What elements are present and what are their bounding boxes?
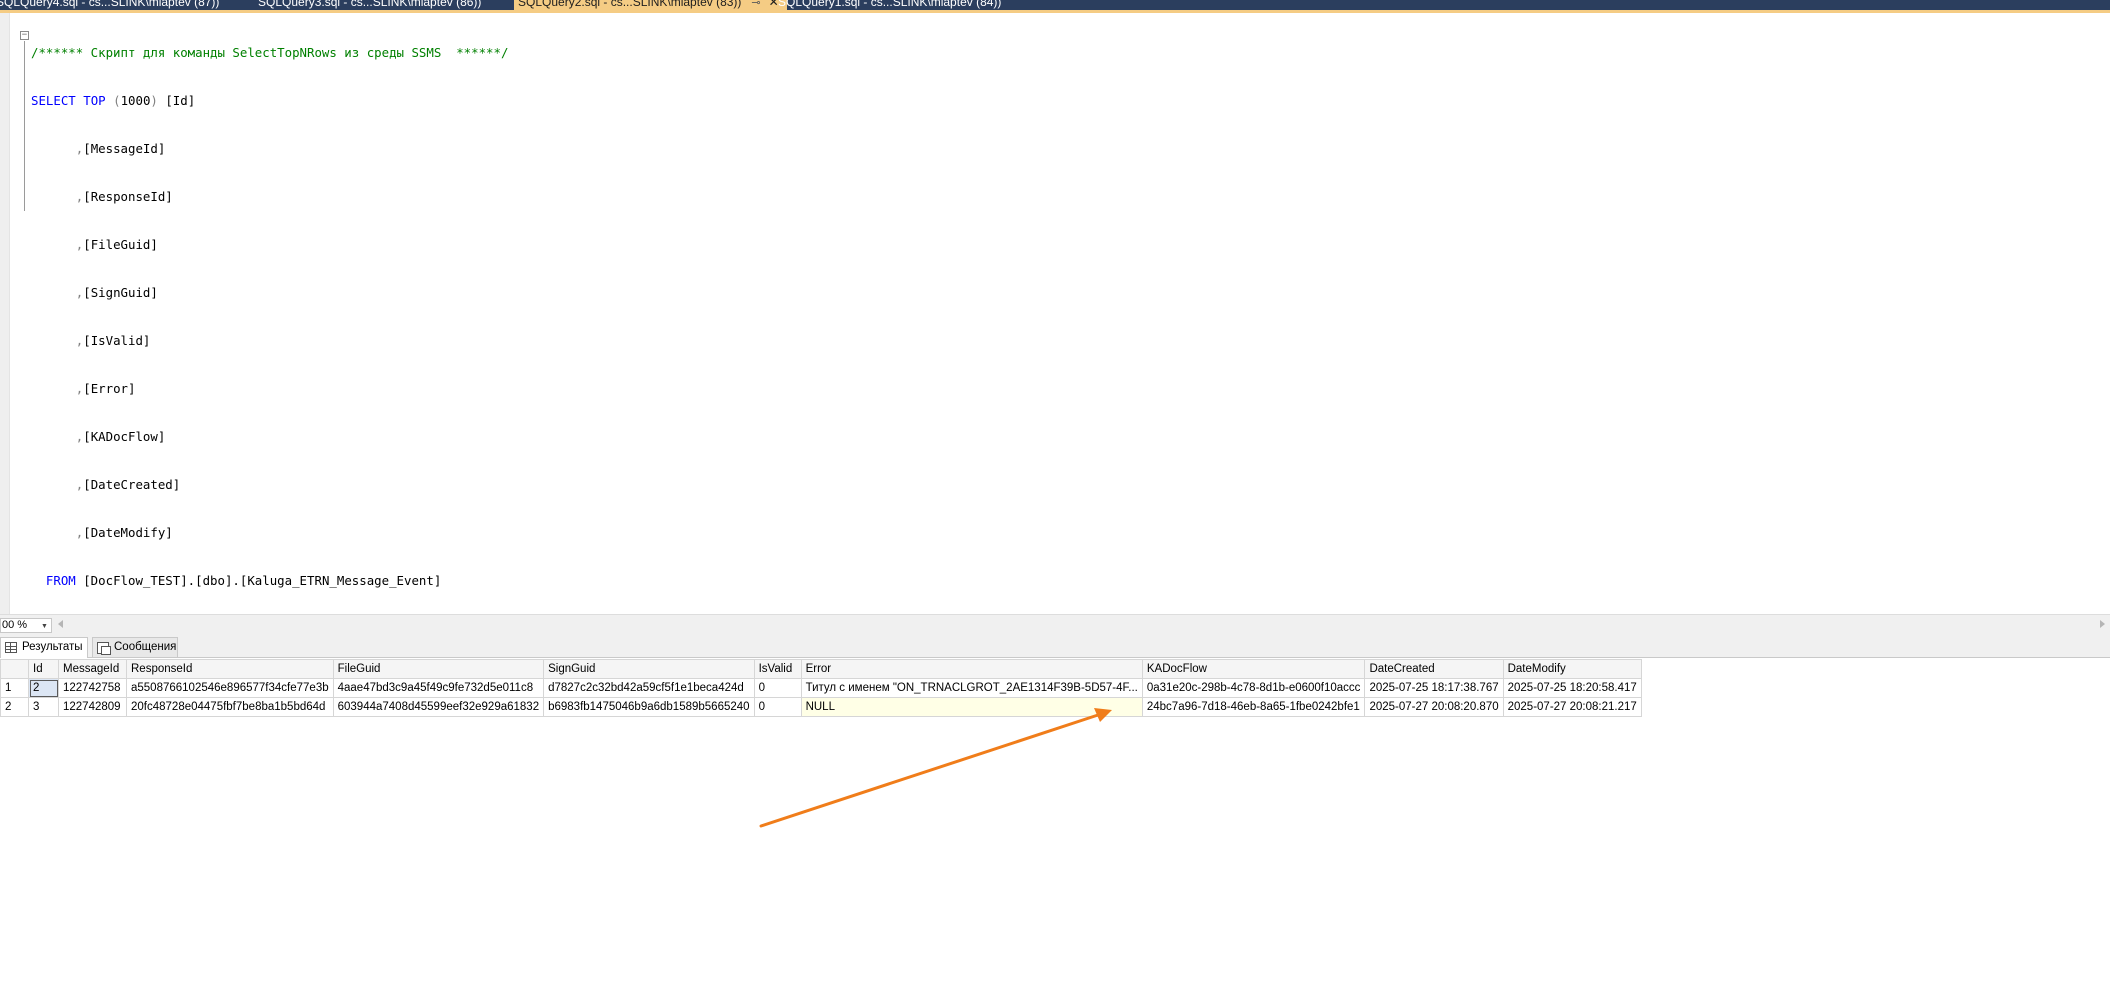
column-name: [FileGuid] [83, 237, 158, 252]
column-name: [DateCreated] [83, 477, 181, 492]
grid-cell[interactable]: 2025-07-27 20:08:20.870 [1364, 697, 1504, 717]
table-row[interactable]: 1 2 122742758 a5508766102546e896577f34cf… [0, 678, 1642, 698]
column-name: [DateModify] [83, 525, 173, 540]
code-line-column: ,[SignGuid] [31, 285, 508, 301]
pin-icon[interactable]: ⊸ [751, 0, 760, 9]
results-pane: Id MessageId ResponseId FileGuid SignGui… [0, 659, 2110, 981]
tab-sqlquery2-label: SQLQuery2.sql - cs...SLINK\mlaptev (83)) [518, 0, 742, 9]
scroll-left-icon[interactable] [58, 620, 63, 628]
grid-cell[interactable]: 0 [753, 697, 802, 717]
code-line-column: ,[KADocFlow] [31, 429, 508, 445]
grid-cell[interactable]: a5508766102546e896577f34cfe77e3b [126, 678, 334, 698]
zoom-select[interactable]: 00 % ▼ [0, 618, 52, 633]
sql-editor[interactable]: − /****** Скрипт для команды SelectTopNR… [0, 13, 2110, 614]
column-header[interactable]: DateModify [1502, 659, 1642, 679]
editor-gutter [0, 13, 10, 614]
grid-cell[interactable]: 2025-07-25 18:20:58.417 [1502, 678, 1642, 698]
grid-header-row: Id MessageId ResponseId FileGuid SignGui… [0, 659, 1642, 679]
results-grid[interactable]: Id MessageId ResponseId FileGuid SignGui… [0, 659, 1642, 717]
sql-code[interactable]: /****** Скрипт для команды SelectTopNRow… [31, 13, 508, 621]
scroll-right-icon[interactable] [2100, 620, 2105, 628]
fold-guide [24, 41, 25, 211]
grid-cell[interactable]: 603944a7408d45599eef32e929a61832 [332, 697, 545, 717]
row-number[interactable]: 2 [0, 697, 29, 717]
column-name: [MessageId] [83, 141, 166, 156]
grid-cell[interactable]: 0 [753, 678, 802, 698]
grid-cell[interactable]: Титул с именем "ON_TRNACLGROT_2AE1314F39… [800, 678, 1143, 698]
tab-sqlquery1[interactable]: SQLQuery1.sql - cs...SLINK\mlaptev (84)) [778, 0, 1001, 10]
column-header[interactable]: FileGuid [332, 659, 545, 679]
column-name: [Error] [83, 381, 136, 396]
column-header[interactable]: ResponseId [126, 659, 334, 679]
collapse-icon[interactable]: − [20, 31, 29, 40]
zoom-value: 00 % [2, 619, 28, 631]
column-name: [KADocFlow] [83, 429, 166, 444]
row-number[interactable]: 1 [0, 678, 29, 698]
grid-cell[interactable]: 0a31e20c-298b-4c78-8d1b-e0600f10accc [1141, 678, 1366, 698]
results-tab-strip: Результаты Сообщения [0, 634, 2110, 658]
code-line-column: ,[DateCreated] [31, 477, 508, 493]
grid-cell-selected[interactable]: 2 [28, 678, 59, 698]
column-header[interactable]: MessageId [58, 659, 127, 679]
code-line-column: ,[MessageId] [31, 141, 508, 157]
grid-icon [5, 642, 17, 653]
sql-comment: /****** Скрипт для команды SelectTopNRow… [31, 45, 509, 60]
code-line-column: ,[DateModify] [31, 525, 508, 541]
grid-corner[interactable] [0, 659, 29, 679]
tab-sqlquery3[interactable]: SQLQuery3.sql - cs...SLINK\mlaptev (86)) [258, 0, 481, 10]
code-line-comment: /****** Скрипт для команды SelectTopNRow… [31, 45, 508, 61]
grid-cell[interactable]: d7827c2c32bd42a59cf5f1e1beca424d [543, 678, 755, 698]
column-header[interactable]: Error [800, 659, 1143, 679]
grid-cell[interactable]: 2025-07-27 20:08:21.217 [1502, 697, 1642, 717]
tab-messages-label: Сообщения [114, 641, 177, 653]
grid-cell[interactable]: 122742809 [58, 697, 127, 717]
grid-cell[interactable]: 20fc48728e04475fbf7be8ba1b5bd64d [126, 697, 334, 717]
code-line-column: ,[Error] [31, 381, 508, 397]
table-row[interactable]: 2 3 122742809 20fc48728e04475fbf7be8ba1b… [0, 697, 1642, 717]
grid-cell[interactable]: 24bc7a96-7d18-46eb-8a65-1fbe0242bfe1 [1141, 697, 1366, 717]
grid-cell-null[interactable]: NULL [800, 697, 1143, 717]
paren-close: ) [150, 93, 158, 108]
editor-status-bar: 00 % ▼ [0, 614, 2110, 634]
column-name: [SignGuid] [83, 285, 158, 300]
grid-cell[interactable]: 122742758 [58, 678, 127, 698]
document-tab-bar: SQLQuery4.sql - cs...SLINK\mlaptev (87))… [0, 0, 2110, 10]
code-line-column: ,[IsValid] [31, 333, 508, 349]
code-line-from: FROM [DocFlow_TEST].[dbo].[Kaluga_ETRN_M… [31, 573, 508, 589]
column-header[interactable]: DateCreated [1364, 659, 1504, 679]
tab-messages[interactable]: Сообщения [92, 637, 178, 658]
chevron-down-icon[interactable]: ▼ [41, 620, 48, 633]
from-table: [DocFlow_TEST].[dbo].[Kaluga_ETRN_Messag… [75, 573, 442, 588]
messages-icon [97, 642, 111, 655]
tab-sqlquery2[interactable]: SQLQuery2.sql - cs...SLINK\mlaptev (83))… [514, 0, 787, 10]
grid-cell[interactable]: 4aae47bd3c9a45f49c9fe732d5e011c8 [332, 678, 545, 698]
tab-results-label: Результаты [22, 641, 83, 653]
grid-cell[interactable]: 3 [28, 697, 59, 717]
column-name: [IsValid] [83, 333, 151, 348]
tab-results[interactable]: Результаты [0, 637, 88, 658]
top-value: 1000 [120, 93, 151, 108]
tab-sqlquery4[interactable]: SQLQuery4.sql - cs...SLINK\mlaptev (87)) [0, 0, 219, 10]
first-column: [Id] [157, 93, 196, 108]
code-line-column: ,[FileGuid] [31, 237, 508, 253]
top-keyword: TOP [83, 93, 106, 108]
column-header[interactable]: IsValid [753, 659, 802, 679]
paren-open: ( [113, 93, 121, 108]
select-keyword: SELECT [31, 93, 76, 108]
code-line-column: ,[ResponseId] [31, 189, 508, 205]
code-line-select: SELECT TOP (1000) [Id] [31, 93, 508, 109]
column-header[interactable]: Id [28, 659, 59, 679]
column-header[interactable]: SignGuid [543, 659, 755, 679]
grid-cell[interactable]: 2025-07-25 18:17:38.767 [1364, 678, 1504, 698]
column-header[interactable]: KADocFlow [1141, 659, 1366, 679]
grid-cell[interactable]: b6983fb1475046b9a6db1589b5665240 [543, 697, 755, 717]
column-name: [ResponseId] [83, 189, 173, 204]
from-keyword: FROM [45, 573, 76, 588]
